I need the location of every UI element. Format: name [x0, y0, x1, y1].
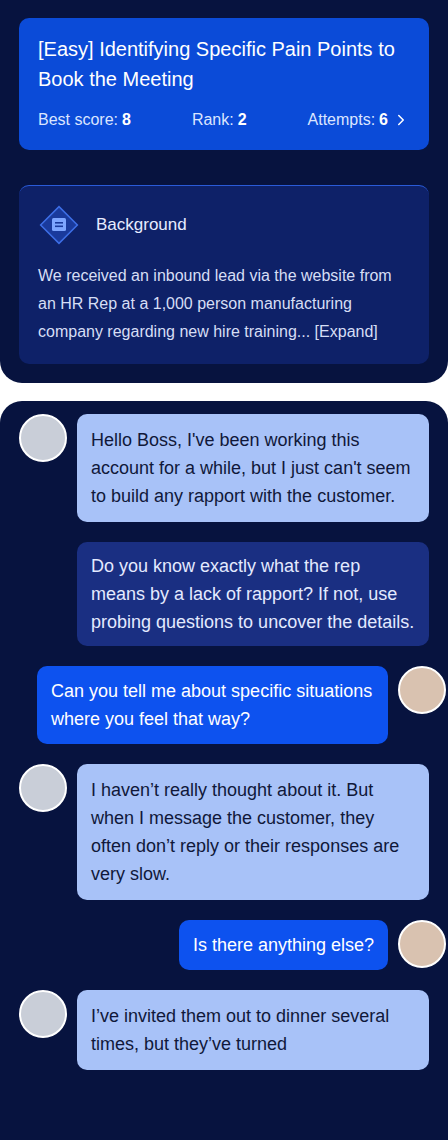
user-avatar: [398, 666, 446, 714]
rep-bubble: I’ve invited them out to dinner several …: [77, 990, 429, 1070]
background-header: Background: [38, 204, 410, 246]
user-message: Is there anything else?: [0, 920, 448, 970]
hint-bubble: Do you know exactly what the rep means b…: [77, 542, 429, 646]
app: [Easy] Identifying Specific Pain Points …: [0, 0, 448, 1140]
rep-message: I haven’t really thought about it. But w…: [0, 764, 448, 900]
background-card: Background We received an inbound lead vi…: [19, 185, 429, 364]
background-heading: Background: [96, 212, 187, 238]
user-avatar: [398, 920, 446, 968]
chevron-right-icon: [392, 111, 410, 129]
hint-message: Do you know exactly what the rep means b…: [0, 542, 448, 646]
expand-link[interactable]: [Expand]: [315, 323, 378, 340]
rep-message: Hello Boss, I've been working this accou…: [0, 414, 448, 522]
user-bubble: Can you tell me about specific situation…: [37, 666, 388, 744]
rep-bubble: I haven’t really thought about it. But w…: [77, 764, 429, 900]
user-message: Can you tell me about specific situation…: [0, 666, 448, 744]
background-text: We received an inbound lead via the webs…: [38, 262, 410, 346]
challenge-panel: [Easy] Identifying Specific Pain Points …: [0, 0, 448, 383]
challenge-card[interactable]: [Easy] Identifying Specific Pain Points …: [19, 18, 429, 150]
stat: Attempts:6: [308, 108, 410, 132]
rep-avatar: [19, 990, 67, 1038]
stats-row: Best score:8 Rank:2 Attempts:6: [38, 108, 410, 132]
rep-bubble: Hello Boss, I've been working this accou…: [77, 414, 429, 522]
chat-panel: Hello Boss, I've been working this accou…: [0, 401, 448, 1140]
user-bubble: Is there anything else?: [179, 920, 388, 970]
stat: Best score:8: [38, 108, 131, 132]
document-icon: [38, 204, 80, 246]
stat: Rank:2: [192, 108, 247, 132]
challenge-title: [Easy] Identifying Specific Pain Points …: [38, 34, 410, 94]
rep-avatar: [19, 414, 67, 462]
rep-message: I’ve invited them out to dinner several …: [0, 990, 448, 1070]
rep-avatar: [19, 764, 67, 812]
